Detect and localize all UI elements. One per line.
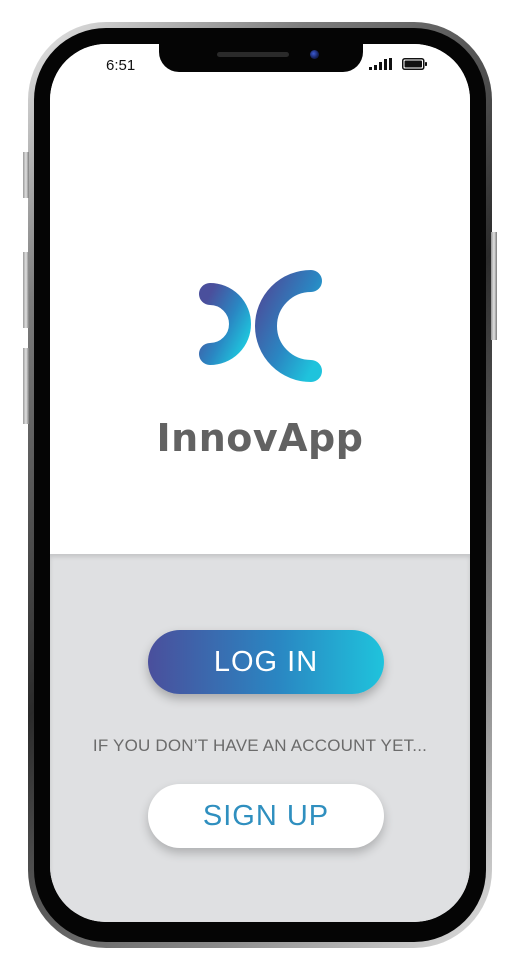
signup-button[interactable]: SIGN UP: [148, 784, 384, 848]
volume-down-button: [23, 348, 29, 424]
front-camera: [310, 50, 319, 59]
speaker-grille: [217, 52, 289, 57]
auth-panel: LOG IN IF YOU DON’T HAVE AN ACCOUNT YET.…: [50, 554, 470, 922]
volume-up-button: [23, 252, 29, 328]
mute-switch: [23, 152, 29, 198]
power-button: [491, 232, 497, 340]
battery-icon: [402, 58, 427, 70]
app-name: InnovApp: [156, 416, 364, 460]
login-button[interactable]: LOG IN: [148, 630, 384, 694]
status-time: 6:51: [106, 57, 136, 74]
splash-area: InnovApp: [50, 44, 470, 554]
screen: InnovApp LOG IN IF YOU DON’T HAVE AN ACC…: [50, 44, 470, 922]
notch: [159, 44, 363, 72]
signup-hint: IF YOU DON’T HAVE AN ACCOUNT YET...: [92, 736, 428, 755]
innovapp-logo-icon: [199, 270, 322, 382]
cellular-signal-icon: [369, 58, 392, 70]
